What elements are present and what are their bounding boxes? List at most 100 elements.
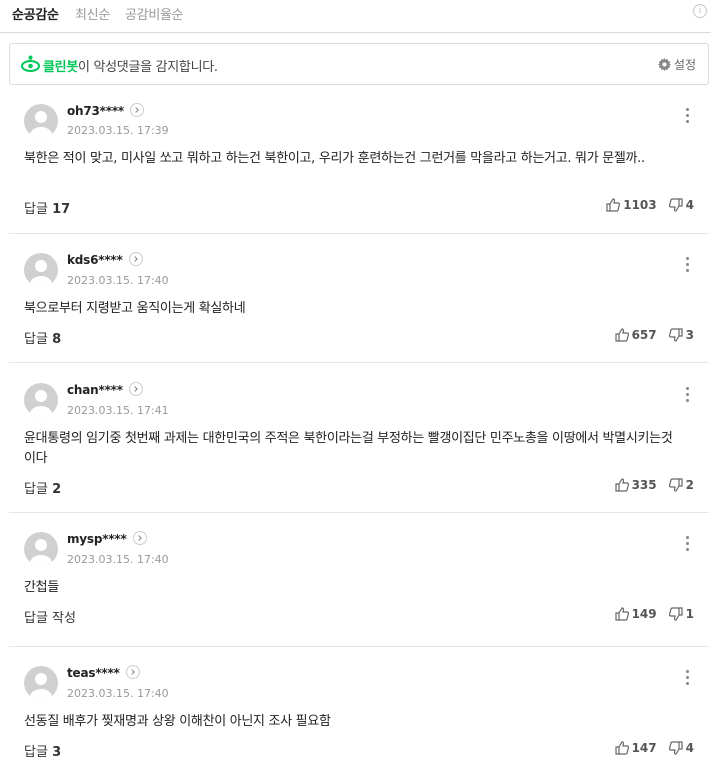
profile-arrow-icon[interactable] xyxy=(128,382,143,396)
comment-date: 2023.03.15. 17:40 xyxy=(67,274,169,287)
username[interactable]: teas**** xyxy=(67,665,140,680)
reply-count: 17 xyxy=(52,202,71,217)
reply-button[interactable]: 답글 17 xyxy=(24,198,70,217)
dislike-button[interactable]: 4 xyxy=(668,198,694,212)
username-text[interactable]: oh73**** xyxy=(67,104,124,118)
like-count: 1103 xyxy=(623,198,657,212)
thumbs-down-icon xyxy=(668,198,683,212)
profile-arrow-icon[interactable] xyxy=(125,665,140,679)
avatar[interactable] xyxy=(24,383,58,417)
thumbs-up-icon xyxy=(606,198,621,212)
avatar[interactable] xyxy=(24,666,58,700)
dislike-count: 1 xyxy=(685,607,694,621)
comment-text: 간첩들 xyxy=(24,580,59,595)
reply-button[interactable]: 답글 8 xyxy=(24,328,61,347)
like-count: 147 xyxy=(631,741,657,755)
sort-tab-popular[interactable]: 순공감순 xyxy=(12,4,59,23)
reply-button[interactable]: 답글 3 xyxy=(24,741,61,760)
cleanbot-settings-button[interactable]: 설정 xyxy=(657,56,696,73)
info-icon[interactable]: i xyxy=(693,4,707,18)
username[interactable]: chan**** xyxy=(67,382,143,397)
like-count: 335 xyxy=(631,478,657,492)
vote-group: 1103 4 xyxy=(606,198,694,212)
thumbs-up-icon xyxy=(614,607,629,621)
comment-item: mysp**** 2023.03.15. 17:40 간첩들 답글 작성 149… xyxy=(9,522,709,647)
username[interactable]: oh73**** xyxy=(67,103,144,118)
sort-tab-ratio[interactable]: 공감비율순 xyxy=(125,4,184,23)
avatar[interactable] xyxy=(24,532,58,566)
username[interactable]: kds6**** xyxy=(67,252,143,267)
sort-tab-latest[interactable]: 최신순 xyxy=(75,4,110,23)
dislike-button[interactable]: 1 xyxy=(668,607,694,621)
reply-label: 답글 xyxy=(24,482,48,497)
more-options-icon[interactable] xyxy=(683,108,691,124)
more-options-icon[interactable] xyxy=(683,387,691,403)
thumbs-down-icon xyxy=(668,741,683,755)
more-options-icon[interactable] xyxy=(683,536,691,552)
like-count: 149 xyxy=(631,607,657,621)
dislike-count: 2 xyxy=(685,478,694,492)
dislike-count: 3 xyxy=(685,328,694,342)
vote-group: 657 3 xyxy=(614,328,694,342)
settings-label: 설정 xyxy=(673,58,696,72)
reply-label: 답글 xyxy=(24,332,48,347)
sort-bar: 순공감순 최신순 공감비율순 i xyxy=(0,0,711,33)
reply-count: 2 xyxy=(52,482,62,497)
comment-item: kds6**** 2023.03.15. 17:40 북으로부터 지령받고 움직… xyxy=(9,243,709,363)
comment-text: 윤대통령의 임기중 첫번째 과제는 대한민국의 주적은 북한이라는걸 부정하는 … xyxy=(24,431,673,466)
gear-icon xyxy=(657,58,671,71)
username-text[interactable]: teas**** xyxy=(67,666,120,680)
like-button[interactable]: 657 xyxy=(614,328,657,342)
thumbs-up-icon xyxy=(614,741,629,755)
username[interactable]: mysp**** xyxy=(67,531,147,546)
profile-arrow-icon[interactable] xyxy=(128,252,143,266)
reply-button[interactable]: 답글 2 xyxy=(24,478,61,497)
avatar[interactable] xyxy=(24,104,58,138)
avatar[interactable] xyxy=(24,253,58,287)
like-button[interactable]: 1103 xyxy=(606,198,657,212)
like-count: 657 xyxy=(631,328,657,342)
reply-write-button[interactable]: 답글 작성 xyxy=(24,607,76,626)
cleanbot-banner: 클린봇이 악성댓글을 감지합니다. 설정 xyxy=(9,43,709,85)
thumbs-down-icon xyxy=(668,328,683,342)
vote-group: 335 2 xyxy=(614,478,694,492)
reply-label: 답글 작성 xyxy=(24,611,76,626)
cleanbot-name: 클린봇 xyxy=(43,60,78,75)
comment-text: 북한은 적이 맞고, 미사일 쏘고 뭐하고 하는건 북한이고, 우리가 훈련하는… xyxy=(24,151,645,166)
comment-item: teas**** 2023.03.15. 17:40 선동질 배후가 찢재명과 … xyxy=(9,656,709,772)
profile-arrow-icon[interactable] xyxy=(132,531,147,545)
thumbs-down-icon xyxy=(668,607,683,621)
comment-text: 선동질 배후가 찢재명과 상왕 이해찬이 아닌지 조사 필요함 xyxy=(24,714,331,729)
comment-date: 2023.03.15. 17:39 xyxy=(67,124,169,137)
dislike-button[interactable]: 4 xyxy=(668,741,694,755)
more-options-icon[interactable] xyxy=(683,670,691,686)
more-options-icon[interactable] xyxy=(683,257,691,273)
dislike-count: 4 xyxy=(685,198,694,212)
cleanbot-message-text: 이 악성댓글을 감지합니다. xyxy=(77,60,218,75)
reply-label: 답글 xyxy=(24,745,48,760)
comment-text: 북으로부터 지령받고 움직이는게 확실하네 xyxy=(24,301,246,316)
comment-item: chan**** 2023.03.15. 17:41 윤대통령의 임기중 첫번째… xyxy=(9,373,709,513)
reply-count: 3 xyxy=(52,745,62,760)
like-button[interactable]: 147 xyxy=(614,741,657,755)
comment-date: 2023.03.15. 17:41 xyxy=(67,404,169,417)
thumbs-up-icon xyxy=(614,478,629,492)
comment-date: 2023.03.15. 17:40 xyxy=(67,553,169,566)
comment-date: 2023.03.15. 17:40 xyxy=(67,687,169,700)
cleanbot-icon xyxy=(21,55,40,72)
profile-arrow-icon[interactable] xyxy=(130,103,144,117)
dislike-count: 4 xyxy=(685,741,694,755)
vote-group: 149 1 xyxy=(614,607,694,621)
vote-group: 147 4 xyxy=(614,741,694,755)
dislike-button[interactable]: 2 xyxy=(668,478,694,492)
username-text[interactable]: mysp**** xyxy=(67,532,127,546)
like-button[interactable]: 149 xyxy=(614,607,657,621)
dislike-button[interactable]: 3 xyxy=(668,328,694,342)
thumbs-down-icon xyxy=(668,478,683,492)
username-text[interactable]: kds6**** xyxy=(67,253,123,267)
username-text[interactable]: chan**** xyxy=(67,383,123,397)
like-button[interactable]: 335 xyxy=(614,478,657,492)
thumbs-up-icon xyxy=(614,328,629,342)
comment-item: oh73**** 2023.03.15. 17:39 북한은 적이 맞고, 미사… xyxy=(9,94,709,234)
reply-count: 8 xyxy=(52,332,62,347)
